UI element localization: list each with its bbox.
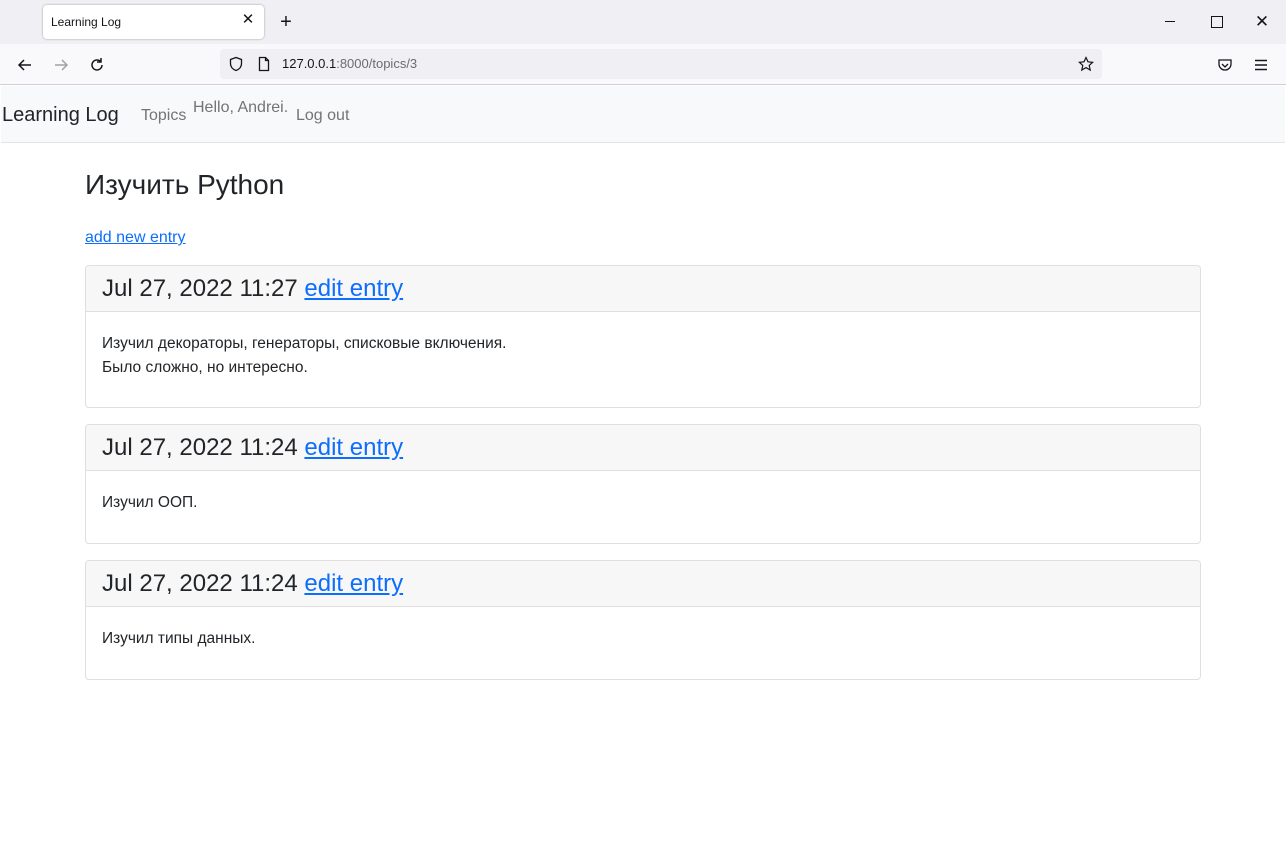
entry-header: Jul 27, 2022 11:24 edit entry <box>86 425 1200 471</box>
edit-entry-link[interactable]: edit entry <box>304 434 403 461</box>
edit-entry-link[interactable]: edit entry <box>304 275 403 302</box>
tab-title: Learning Log <box>51 15 122 29</box>
pocket-icon[interactable] <box>1214 54 1236 76</box>
tab-close-icon[interactable]: ✕ <box>240 12 256 28</box>
url-bar[interactable]: 127.0.0.1:8000/topics/3 <box>220 49 1102 79</box>
edit-entry-link[interactable]: edit entry <box>304 570 403 597</box>
user-greeting: Hello, Andrei. <box>193 99 289 116</box>
shield-icon[interactable] <box>225 53 247 75</box>
menu-icon[interactable] <box>1250 54 1272 76</box>
add-new-entry-link[interactable]: add new entry <box>85 229 186 247</box>
entry-card: Jul 27, 2022 11:24 edit entry Изучил тип… <box>85 560 1201 680</box>
entry-body: Изучил ООП. <box>86 471 1200 515</box>
forward-icon[interactable] <box>50 54 72 76</box>
site-navbar: Learning Log Topics Hello, Andrei. Log o… <box>1 86 1285 143</box>
bookmark-star-icon[interactable] <box>1075 53 1097 75</box>
entry-date: Jul 27, 2022 11:24 <box>102 570 298 597</box>
page-icon[interactable] <box>253 53 275 75</box>
brand-link[interactable]: Learning Log <box>2 104 119 127</box>
entry-card: Jul 27, 2022 11:24 edit entry Изучил ООП… <box>85 424 1201 544</box>
entry-date: Jul 27, 2022 11:24 <box>102 434 298 461</box>
entry-body: Изучил декораторы, генераторы, списковые… <box>86 312 1200 380</box>
back-icon[interactable] <box>14 54 36 76</box>
topics-link[interactable]: Topics <box>141 107 186 125</box>
close-window-button[interactable]: ✕ <box>1252 12 1272 32</box>
entry-text-line: Было сложно, но интересно. <box>102 359 308 376</box>
maximize-button[interactable] <box>1206 12 1226 32</box>
entry-card: Jul 27, 2022 11:27 edit entry Изучил дек… <box>85 265 1201 408</box>
browser-toolbar: 127.0.0.1:8000/topics/3 <box>0 44 1286 85</box>
reload-icon[interactable] <box>86 54 108 76</box>
logout-link[interactable]: Log out <box>296 107 349 125</box>
entry-text-line: Изучил ООП. <box>102 494 198 511</box>
entry-body: Изучил типы данных. <box>86 607 1200 651</box>
entry-header: Jul 27, 2022 11:24 edit entry <box>86 561 1200 607</box>
browser-tab[interactable]: Learning Log ✕ <box>43 5 264 39</box>
browser-tab-bar: Learning Log ✕ + ✕ <box>0 0 1286 44</box>
new-tab-button[interactable]: + <box>276 12 296 32</box>
entry-header: Jul 27, 2022 11:27 edit entry <box>86 266 1200 312</box>
page-title: Изучить Python <box>85 169 285 200</box>
entry-text-line: Изучил типы данных. <box>102 630 256 647</box>
entry-date: Jul 27, 2022 11:27 <box>102 275 298 302</box>
url-path: :8000/topics/3 <box>336 56 418 71</box>
entry-text-line: Изучил декораторы, генераторы, списковые… <box>102 335 507 352</box>
minimize-button[interactable] <box>1160 12 1180 32</box>
url-host: 127.0.0.1 <box>282 56 337 71</box>
url-text: 127.0.0.1:8000/topics/3 <box>282 56 417 71</box>
